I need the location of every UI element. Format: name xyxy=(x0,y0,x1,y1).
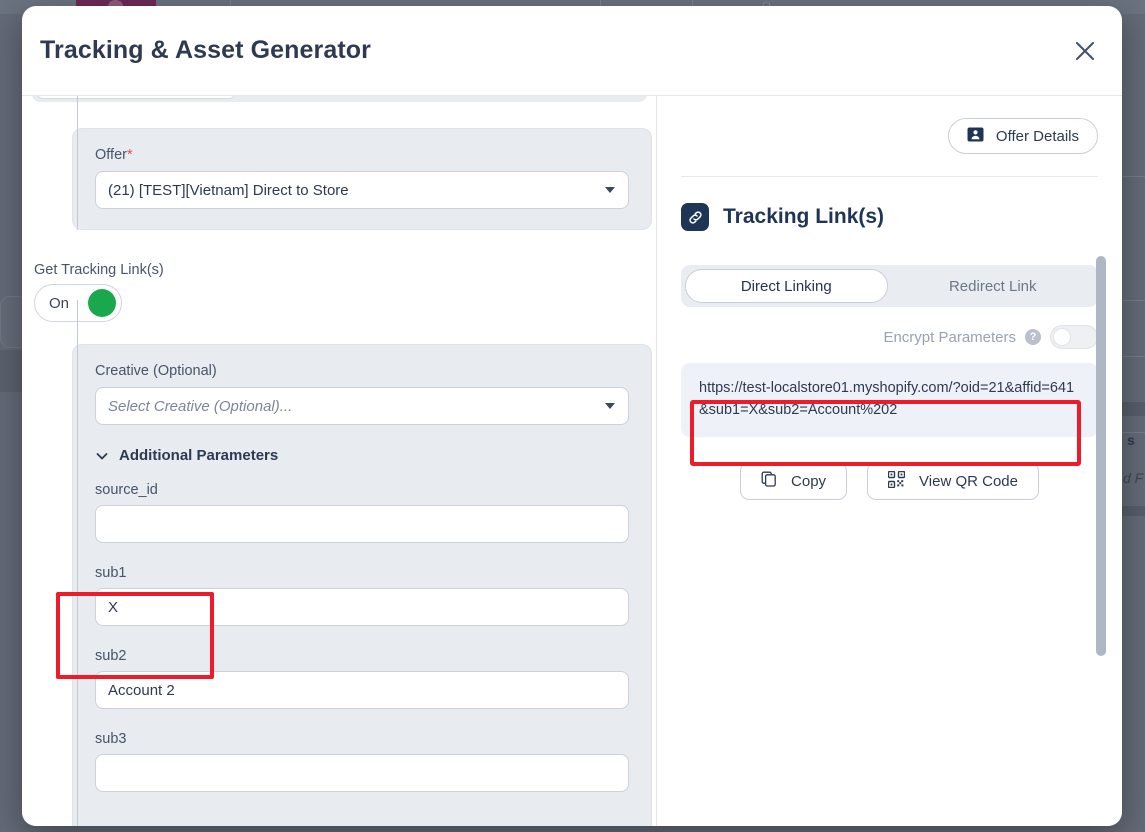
copy-icon xyxy=(761,471,777,491)
sub2-value: Account 2 xyxy=(108,681,175,699)
tab-direct-linking-label: Direct Linking xyxy=(740,277,832,295)
link-actions-row: Copy View QR Code xyxy=(681,462,1098,500)
sub1-value: X xyxy=(108,598,119,616)
param-sub1: sub1 X xyxy=(95,565,629,626)
additional-parameters-accordion[interactable]: Additional Parameters xyxy=(95,447,629,464)
source-id-input[interactable] xyxy=(95,505,629,543)
tracking-toggle-knob xyxy=(88,289,116,317)
encrypt-toggle-knob xyxy=(1053,328,1071,346)
modal-header: Tracking & Asset Generator xyxy=(22,6,1122,96)
tracking-links-section-header: Tracking Link(s) xyxy=(681,203,1098,231)
offer-details-button[interactable]: Offer Details xyxy=(947,118,1098,154)
page-title: Tracking & Asset Generator xyxy=(40,36,371,64)
tracking-asset-generator-modal: Tracking & Asset Generator Setting xyxy=(22,6,1122,826)
offer-required-marker: * xyxy=(126,147,133,163)
close-icon xyxy=(1074,40,1096,62)
param-source-id: source_id xyxy=(95,482,629,543)
offer-select[interactable]: (21) [TEST][Vietnam] Direct to Store xyxy=(95,171,629,209)
offer-details-row: Offer Details xyxy=(681,118,1098,154)
offer-select-value: (21) [TEST][Vietnam] Direct to Store xyxy=(108,181,349,199)
sub3-input[interactable] xyxy=(95,754,629,792)
left-form-scroll-content: Setting Offer* (21) [TEST][Vietnam] Dire… xyxy=(22,96,656,826)
tracking-toggle[interactable]: On xyxy=(34,284,122,322)
encrypt-parameters-label: Encrypt Parameters xyxy=(883,328,1016,346)
right-results-pane: Offer Details Tracking Link(s) Direct Li… xyxy=(657,96,1122,826)
param-label: sub1 xyxy=(95,565,127,581)
tracking-toggle-label: Get Tracking Link(s) xyxy=(34,262,164,278)
qr-code-icon xyxy=(887,470,906,492)
encrypt-parameters-toggle[interactable] xyxy=(1050,325,1098,349)
param-label: source_id xyxy=(95,482,158,498)
cutoff-selected-pill[interactable] xyxy=(36,96,236,99)
background-left-band xyxy=(0,350,22,392)
tracking-url-card[interactable]: https://test-localstore01.myshopify.com/… xyxy=(681,363,1098,437)
tracking-toggle-state: On xyxy=(49,294,70,312)
offer-details-label: Offer Details xyxy=(995,127,1079,145)
chevron-down-icon xyxy=(95,449,109,463)
copy-button[interactable]: Copy xyxy=(740,462,848,500)
tracking-toggle-section: Get Tracking Link(s) On xyxy=(22,262,656,322)
additional-parameters-title: Additional Parameters xyxy=(119,447,279,464)
encrypt-parameters-row: Encrypt Parameters ? xyxy=(681,325,1098,349)
close-button[interactable] xyxy=(1068,34,1102,68)
modal-scrollbar[interactable] xyxy=(1096,256,1106,656)
creative-group-card: Creative (Optional) Select Creative (Opt… xyxy=(72,344,652,826)
offer-label-text: Offer xyxy=(95,147,127,163)
param-label: sub3 xyxy=(95,731,127,747)
link-icon xyxy=(681,203,709,231)
copy-label: Copy xyxy=(791,472,827,490)
tracking-links-title: Tracking Link(s) xyxy=(723,205,885,228)
tab-redirect-link-label: Redirect Link xyxy=(948,277,1037,295)
view-qr-code-label: View QR Code xyxy=(919,472,1018,490)
creative-select-placeholder: Select Creative (Optional)... xyxy=(108,397,293,415)
creative-branch: Creative (Optional) Select Creative (Opt… xyxy=(22,300,656,826)
modal-body: Setting Offer* (21) [TEST][Vietnam] Dire… xyxy=(22,96,1122,826)
background-text-fragment-italic: d F xyxy=(1123,470,1144,486)
help-icon[interactable]: ? xyxy=(1025,329,1041,345)
right-pane-divider xyxy=(681,176,1098,177)
view-qr-code-button[interactable]: View QR Code xyxy=(867,462,1039,500)
offer-branch: Offer* (21) [TEST][Vietnam] Direct to St… xyxy=(22,96,656,230)
tracking-url-text: https://test-localstore01.myshopify.com/… xyxy=(699,380,1075,419)
tab-direct-linking[interactable]: Direct Linking xyxy=(685,269,888,303)
param-sub2: sub2 Account 2 xyxy=(95,648,629,709)
chevron-down-icon xyxy=(605,403,615,409)
offer-group-card: Offer* (21) [TEST][Vietnam] Direct to St… xyxy=(72,128,652,230)
link-type-tabs: Direct Linking Redirect Link xyxy=(681,265,1098,307)
param-sub3: sub3 xyxy=(95,731,629,792)
creative-select[interactable]: Select Creative (Optional)... xyxy=(95,387,629,425)
contact-card-icon xyxy=(967,127,984,146)
tab-redirect-link[interactable]: Redirect Link xyxy=(892,269,1095,303)
chevron-down-icon xyxy=(605,187,615,193)
left-form-pane: Setting Offer* (21) [TEST][Vietnam] Dire… xyxy=(22,96,657,826)
sub1-input[interactable]: X xyxy=(95,588,629,626)
offer-label: Offer* xyxy=(95,147,629,163)
creative-label: Creative (Optional) xyxy=(95,363,217,379)
param-label: sub2 xyxy=(95,648,127,664)
sub2-input[interactable]: Account 2 xyxy=(95,671,629,709)
background-text-fragment-bold: s xyxy=(1127,432,1135,448)
